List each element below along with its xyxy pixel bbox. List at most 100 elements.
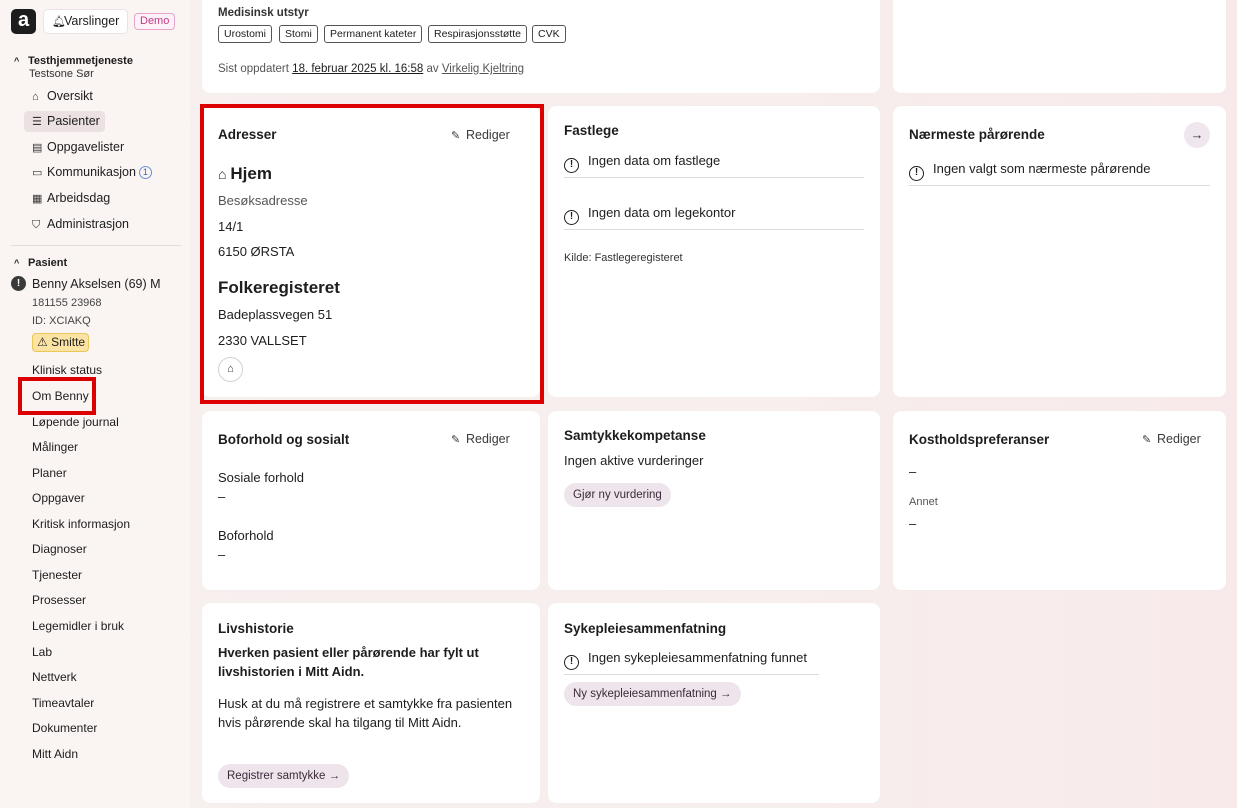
- patient-nav-lab[interactable]: Lab: [32, 645, 52, 659]
- divider: [564, 674, 819, 675]
- home-icon: ⌂: [32, 91, 39, 103]
- patients-icon: ☰: [32, 116, 42, 128]
- gp-title: Fastlege: [564, 123, 619, 138]
- equipment-tag: Urostomi: [218, 25, 273, 43]
- sidebar-item-label: Pasienter: [47, 114, 100, 128]
- new-nursing-summary-button[interactable]: Ny sykepleiesammenfatning →: [564, 682, 741, 706]
- patient-nav-mitt-aidn[interactable]: Mitt Aidn: [32, 747, 78, 761]
- patient-nav-prosesser[interactable]: Prosesser: [32, 593, 86, 607]
- no-next-of-kin-text: Ingen valgt som nærmeste pårørende: [933, 161, 1151, 176]
- sidebar-item-label: Administrasjon: [47, 217, 129, 231]
- life-story-missing: Hverken pasient eller pårørende har fylt…: [218, 645, 479, 679]
- sidebar-item-arbeidsdag[interactable]: ▦ Arbeidsdag: [24, 188, 174, 209]
- new-assessment-button[interactable]: Gjør ny vurdering: [564, 483, 671, 507]
- shield-icon: ⛉: [32, 219, 41, 231]
- housing-edit-button[interactable]: ✎ Rediger: [451, 432, 510, 446]
- patient-nav-dokumenter[interactable]: Dokumenter: [32, 721, 97, 735]
- consent-title: Samtykkekompetanse: [564, 428, 706, 443]
- consent-status: Ingen aktive vurderinger: [564, 453, 704, 468]
- arrow-right-icon: →: [716, 688, 732, 700]
- patient-nav-timeavtaler[interactable]: Timeavtaler: [32, 696, 94, 710]
- patient-nav-oppgaver[interactable]: Oppgaver: [32, 491, 85, 505]
- sidebar-item-pasienter[interactable]: ☰ Pasienter: [24, 111, 105, 132]
- patient-nav-tjenester[interactable]: Tjenester: [32, 568, 82, 582]
- app-logo[interactable]: a: [11, 9, 36, 34]
- updated-by-prefix: av: [426, 63, 439, 75]
- notifications-button[interactable]: 🔔︎Varslinger: [43, 9, 128, 34]
- warning-icon: ⚠: [37, 335, 52, 349]
- diet-value: –: [909, 464, 917, 479]
- bell-icon: 🔔︎: [52, 16, 66, 28]
- updated-by-link[interactable]: Virkelig Kjeltring: [442, 63, 524, 75]
- new-nursing-summary-label: Ny sykepleiesammenfatning: [573, 688, 717, 700]
- patient-nav-legemidler[interactable]: Legemidler i bruk: [32, 619, 124, 633]
- life-story-consent-note: Husk at du må registrere et samtykke fra…: [218, 696, 513, 730]
- diet-edit-button[interactable]: ✎ Rediger: [1142, 432, 1201, 446]
- info-circle-icon: !: [909, 166, 924, 181]
- nursing-summary-title: Sykepleiesammenfatning: [564, 621, 727, 636]
- social-label: Sosiale forhold: [218, 470, 304, 485]
- no-office-info: ! Ingen data om legekontor: [564, 205, 735, 225]
- edit-label: Rediger: [466, 432, 510, 446]
- calendar-icon: ▦: [32, 193, 43, 205]
- diet-other-value: –: [909, 516, 917, 531]
- sidebar-divider: [11, 245, 181, 246]
- patient-section-title: Pasient: [28, 257, 68, 269]
- sidebar-item-label: Arbeidsdag: [47, 191, 111, 205]
- divider: [564, 229, 864, 230]
- diet-title: Kostholdspreferanser: [909, 432, 1050, 447]
- chevron-up-icon: ^: [14, 56, 20, 66]
- next-of-kin-card: Nærmeste pårørende → ! Ingen valgt som næ…: [893, 106, 1226, 397]
- patient-nav-klinisk-status[interactable]: Klinisk status: [32, 363, 102, 377]
- info-circle-icon: !: [564, 158, 579, 173]
- sidebar-item-label: Oppgavelister: [47, 140, 125, 154]
- pencil-icon: ✎: [1142, 434, 1152, 446]
- sidebar-item-kommunikasjon[interactable]: ▭ Kommunikasjon 1: [24, 162, 174, 183]
- clipboard-icon: ▤: [32, 142, 43, 154]
- medical-equipment-title: Medisinsk utstyr: [218, 7, 309, 19]
- no-office-text: Ingen data om legekontor: [588, 205, 736, 220]
- no-next-of-kin-info: ! Ingen valgt som nærmeste pårørende: [909, 161, 1151, 181]
- equipment-tag: Respirasjonsstøtte: [428, 25, 527, 43]
- infection-label: Smitte: [51, 335, 86, 349]
- last-updated: Sist oppdatert 18. februar 2025 kl. 16:5…: [218, 63, 524, 75]
- gp-source: Kilde: Fastlegeregisteret: [564, 252, 683, 264]
- equipment-tag: CVK: [532, 25, 566, 43]
- arrow-right-icon: →: [1190, 127, 1204, 142]
- info-circle-icon: !: [564, 655, 579, 670]
- patient-nav-lopende-journal[interactable]: Løpende journal: [32, 415, 119, 429]
- sidebar-item-oppgavelister[interactable]: ▤ Oppgavelister: [24, 137, 174, 158]
- register-consent-button[interactable]: Registrer samtykke →: [218, 764, 350, 788]
- housing-title: Boforhold og sosialt: [218, 432, 350, 447]
- register-consent-label: Registrer samtykke: [227, 770, 326, 782]
- sidebar-item-label: Oversikt: [47, 89, 93, 103]
- consent-card: Samtykkekompetanse Ingen aktive vurderin…: [548, 411, 880, 590]
- next-of-kin-open-button[interactable]: →: [1184, 122, 1210, 148]
- chat-icon: ▭: [32, 167, 43, 179]
- org-section-toggle[interactable]: ^ Testhjemmetjeneste: [14, 55, 133, 67]
- patient-ssn: 181155 23968: [32, 297, 102, 309]
- patient-nav-diagnoser[interactable]: Diagnoser: [32, 542, 87, 556]
- demo-badge: Demo: [134, 13, 176, 30]
- arrow-right-icon: →: [325, 770, 341, 782]
- sidebar-item-oversikt[interactable]: ⌂ Oversikt: [24, 86, 174, 107]
- updated-date-link[interactable]: 18. februar 2025 kl. 16:58: [292, 63, 423, 75]
- no-gp-info: ! Ingen data om fastlege: [564, 153, 720, 173]
- nursing-summary-card: Sykepleiesammenfatning ! Ingen sykepleies…: [548, 603, 880, 803]
- patient-nav-kritisk-informasjon[interactable]: Kritisk informasjon: [32, 517, 130, 531]
- updated-prefix: Sist oppdatert: [218, 63, 289, 75]
- patient-nav-malinger[interactable]: Målinger: [32, 440, 78, 454]
- divider: [564, 177, 864, 178]
- top-right-card: [893, 0, 1226, 93]
- patient-nav-nettverk[interactable]: Nettverk: [32, 670, 77, 684]
- edit-label: Rediger: [1157, 432, 1201, 446]
- org-title: Testhjemmetjeneste: [28, 55, 133, 67]
- patient-nav-planer[interactable]: Planer: [32, 466, 67, 480]
- housing-card: Boforhold og sosialt ✎ Rediger Sosiale fo…: [202, 411, 540, 590]
- info-circle-icon: !: [564, 210, 579, 225]
- sidebar-item-administrasjon[interactable]: ⛉ Administrasjon: [24, 214, 174, 235]
- infection-badge[interactable]: ⚠ Smitte: [32, 333, 89, 352]
- life-story-title: Livshistorie: [218, 621, 294, 636]
- patient-section-toggle[interactable]: ^ Pasient: [14, 257, 67, 269]
- housing-label: Boforhold: [218, 528, 274, 543]
